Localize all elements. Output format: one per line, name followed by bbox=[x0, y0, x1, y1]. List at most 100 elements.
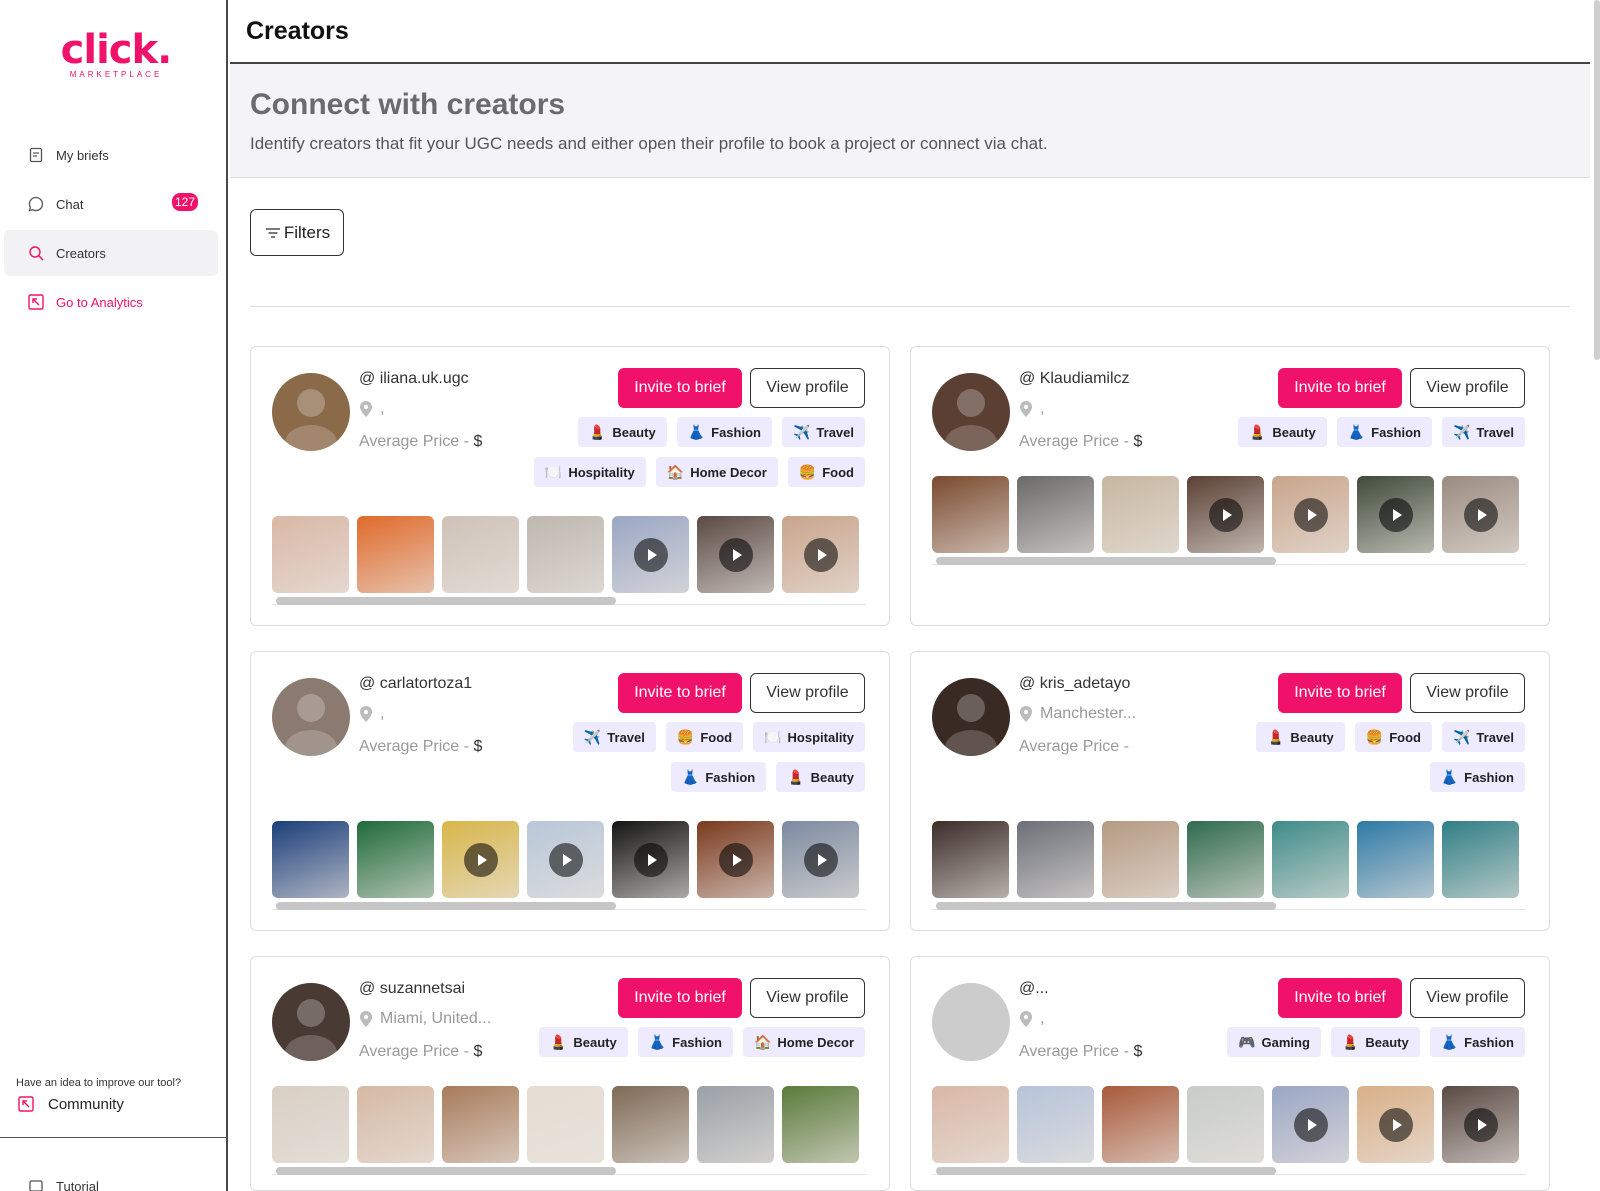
invite-to-brief-button[interactable]: Invite to brief bbox=[618, 368, 742, 408]
portfolio-image[interactable] bbox=[272, 1086, 349, 1163]
portfolio-image[interactable] bbox=[442, 1086, 519, 1163]
hero-title: Connect with creators bbox=[250, 88, 566, 121]
thumbnail-scrollbar[interactable] bbox=[272, 597, 866, 605]
portfolio-video[interactable] bbox=[612, 821, 689, 898]
creator-handle[interactable]: @ Klaudiamilcz bbox=[1019, 370, 1130, 388]
avatar[interactable] bbox=[932, 983, 1010, 1061]
creator-handle[interactable]: @ iliana.uk.ugc bbox=[359, 370, 469, 388]
portfolio-image[interactable] bbox=[272, 516, 349, 593]
thumbnail-scrollbar[interactable] bbox=[932, 1167, 1526, 1175]
portfolio-video[interactable] bbox=[1272, 1086, 1349, 1163]
portfolio-video[interactable] bbox=[697, 821, 774, 898]
invite-to-brief-button[interactable]: Invite to brief bbox=[1278, 978, 1402, 1018]
portfolio-image[interactable] bbox=[1442, 821, 1519, 898]
portfolio-image[interactable] bbox=[442, 516, 519, 593]
portfolio-video[interactable] bbox=[1357, 476, 1434, 553]
avatar[interactable] bbox=[272, 373, 350, 451]
portfolio-image[interactable] bbox=[932, 1086, 1009, 1163]
invite-to-brief-button[interactable]: Invite to brief bbox=[618, 673, 742, 713]
portfolio-image[interactable] bbox=[1017, 821, 1094, 898]
sidebar-item-analytics[interactable]: Go to Analytics bbox=[4, 279, 218, 325]
brand-logo[interactable]: click. MARKETPLACE bbox=[56, 28, 176, 79]
invite-to-brief-button[interactable]: Invite to brief bbox=[618, 978, 742, 1018]
portfolio-image[interactable] bbox=[1102, 821, 1179, 898]
dress-icon: 👗 bbox=[681, 768, 700, 785]
sidebar-item-chat[interactable]: Chat 127 bbox=[4, 181, 218, 227]
dress-icon: 👗 bbox=[687, 423, 706, 440]
invite-to-brief-button[interactable]: Invite to brief bbox=[1278, 368, 1402, 408]
portfolio-image[interactable] bbox=[527, 1086, 604, 1163]
sidebar-item-my-briefs[interactable]: My briefs bbox=[4, 132, 218, 178]
avatar[interactable] bbox=[272, 983, 350, 1061]
portfolio-video[interactable] bbox=[782, 821, 859, 898]
view-profile-button[interactable]: View profile bbox=[1410, 978, 1525, 1018]
scrollbar-thumb[interactable] bbox=[276, 1167, 616, 1175]
play-icon bbox=[1379, 1108, 1413, 1142]
thumbnail-scrollbar[interactable] bbox=[272, 1167, 866, 1175]
portfolio-video[interactable] bbox=[1272, 476, 1349, 553]
view-profile-button[interactable]: View profile bbox=[1410, 673, 1525, 713]
portfolio-image[interactable] bbox=[612, 1086, 689, 1163]
portfolio-video[interactable] bbox=[612, 516, 689, 593]
scrollbar-thumb[interactable] bbox=[936, 557, 1276, 565]
portfolio-video[interactable] bbox=[697, 516, 774, 593]
creator-handle[interactable]: @ suzannetsai bbox=[359, 980, 465, 998]
portfolio-video[interactable] bbox=[1357, 1086, 1434, 1163]
portfolio-image[interactable] bbox=[527, 516, 604, 593]
view-profile-button[interactable]: View profile bbox=[750, 368, 865, 408]
portfolio-video[interactable] bbox=[1442, 1086, 1519, 1163]
page-scrollbar[interactable] bbox=[1594, 0, 1600, 360]
portfolio-image[interactable] bbox=[1187, 821, 1264, 898]
scrollbar-thumb[interactable] bbox=[276, 597, 616, 605]
scrollbar-thumb[interactable] bbox=[936, 1167, 1276, 1175]
view-profile-button[interactable]: View profile bbox=[750, 978, 865, 1018]
portfolio-video[interactable] bbox=[527, 821, 604, 898]
avatar[interactable] bbox=[932, 373, 1010, 451]
view-profile-button[interactable]: View profile bbox=[1410, 368, 1525, 408]
thumbnail-scrollbar[interactable] bbox=[932, 557, 1526, 565]
portfolio-image[interactable] bbox=[1102, 1086, 1179, 1163]
portfolio-image[interactable] bbox=[1102, 476, 1179, 553]
portfolio-video[interactable] bbox=[782, 516, 859, 593]
portfolio-image[interactable] bbox=[272, 821, 349, 898]
portfolio-image[interactable] bbox=[697, 1086, 774, 1163]
avatar[interactable] bbox=[272, 678, 350, 756]
thumbnail-scrollbar[interactable] bbox=[932, 902, 1526, 910]
portfolio-image[interactable] bbox=[1187, 1086, 1264, 1163]
tutorial-link[interactable]: Tutorial bbox=[26, 1176, 99, 1191]
plane-icon: ✈️ bbox=[583, 728, 602, 745]
portfolio-image[interactable] bbox=[932, 821, 1009, 898]
price-currency: $ bbox=[1133, 1043, 1143, 1060]
portfolio-image[interactable] bbox=[357, 821, 434, 898]
sidebar-item-creators[interactable]: Creators bbox=[4, 230, 218, 276]
category-tag: 👗 Fashion bbox=[1429, 1027, 1525, 1057]
portfolio-image[interactable] bbox=[782, 1086, 859, 1163]
portfolio-image[interactable] bbox=[932, 476, 1009, 553]
community-link[interactable]: Community bbox=[16, 1094, 124, 1114]
creator-handle[interactable]: @... bbox=[1019, 980, 1049, 998]
creator-handle[interactable]: @ kris_adetayo bbox=[1019, 675, 1130, 693]
portfolio-video[interactable] bbox=[1187, 476, 1264, 553]
portfolio-image[interactable] bbox=[357, 516, 434, 593]
scrollbar-thumb[interactable] bbox=[276, 902, 616, 910]
tag-label: Travel bbox=[1476, 729, 1514, 745]
tag-label: Food bbox=[1389, 729, 1421, 745]
invite-to-brief-button[interactable]: Invite to brief bbox=[1278, 673, 1402, 713]
location-text: , bbox=[1040, 400, 1045, 417]
portfolio-video[interactable] bbox=[442, 821, 519, 898]
play-icon bbox=[719, 538, 753, 572]
thumbnail-scrollbar[interactable] bbox=[272, 902, 866, 910]
avatar[interactable] bbox=[932, 678, 1010, 756]
portfolio-video[interactable] bbox=[1442, 476, 1519, 553]
portfolio-image[interactable] bbox=[1357, 821, 1434, 898]
creator-handle[interactable]: @ carlatortoza1 bbox=[359, 675, 472, 693]
portfolio-image[interactable] bbox=[1017, 476, 1094, 553]
scrollbar-thumb[interactable] bbox=[936, 902, 1276, 910]
price-label: Average Price - bbox=[359, 433, 469, 450]
portfolio-image[interactable] bbox=[1272, 821, 1349, 898]
plate-icon: 🍽️ bbox=[544, 463, 563, 480]
view-profile-button[interactable]: View profile bbox=[750, 673, 865, 713]
filters-button[interactable]: Filters bbox=[250, 209, 344, 256]
portfolio-image[interactable] bbox=[357, 1086, 434, 1163]
portfolio-image[interactable] bbox=[1017, 1086, 1094, 1163]
